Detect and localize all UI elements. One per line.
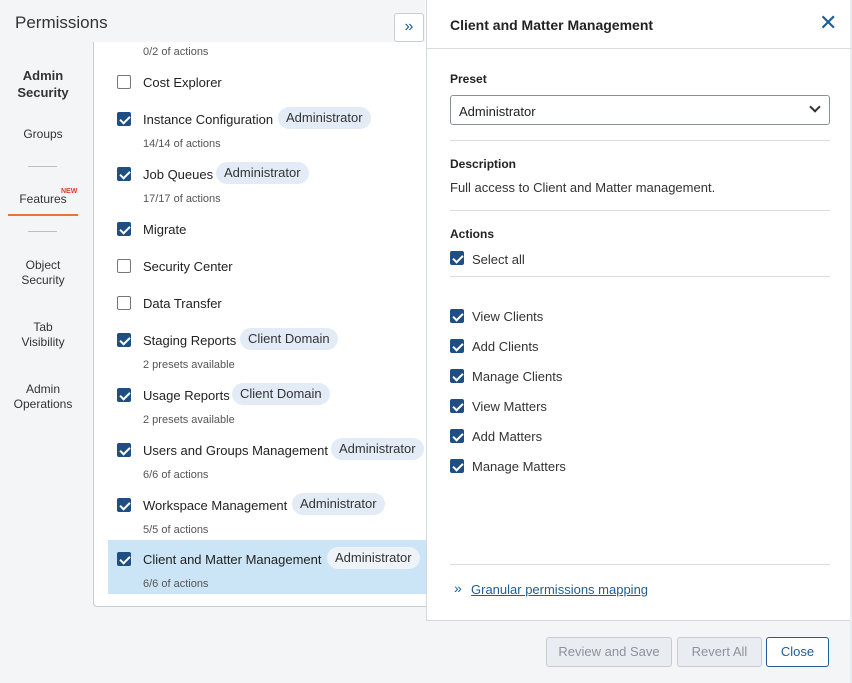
feature-label[interactable]: Staging Reports (143, 333, 236, 348)
preset-badge: Administrator (216, 162, 309, 184)
feature-sub: 2 presets available (143, 414, 235, 426)
preset-badge: Administrator (327, 547, 420, 569)
action-checkbox[interactable] (450, 339, 464, 353)
feature-checkbox[interactable] (117, 112, 131, 126)
double-chevron-right-icon: » (454, 580, 462, 596)
divider (450, 140, 830, 141)
actions-label: Actions (450, 227, 495, 241)
divider (450, 564, 830, 565)
dialog-header: Permissions (0, 0, 425, 42)
feature-sub: 14/14 of actions (143, 138, 221, 150)
active-tab-underline (8, 214, 78, 216)
review-and-save-button[interactable]: Review and Save (546, 637, 672, 667)
feature-label[interactable]: Workspace Management (143, 498, 287, 513)
preset-select-value: Administrator (459, 104, 536, 119)
feature-checkbox[interactable] (117, 296, 131, 310)
preset-badge: Client Domain (232, 383, 330, 405)
action-checkbox[interactable] (450, 309, 464, 323)
nav-object-security[interactable]: Object Security (0, 258, 86, 288)
detail-panel: Client and Matter Management ✕ Preset Ad… (426, 0, 851, 621)
divider (450, 210, 830, 211)
nav-divider (28, 231, 57, 232)
feature-label[interactable]: Security Center (143, 259, 233, 274)
feature-sub: 6/6 of actions (143, 578, 209, 590)
feature-sub: 0/2 of actions (143, 46, 209, 58)
nav-groups[interactable]: Groups (0, 127, 86, 142)
divider (450, 276, 830, 277)
feature-sub: 6/6 of actions (143, 469, 209, 481)
feature-label[interactable]: Cost Explorer (143, 75, 222, 90)
feature-checkbox[interactable] (117, 259, 131, 273)
action-checkbox[interactable] (450, 369, 464, 383)
action-checkbox[interactable] (450, 429, 464, 443)
action-label[interactable]: Add Matters (472, 429, 542, 444)
permissions-dialog: Permissions Admin Security Groups Featur… (0, 0, 851, 683)
preset-badge: Administrator (331, 438, 424, 460)
action-label[interactable]: Manage Clients (472, 369, 562, 384)
description-text: Full access to Client and Matter managem… (450, 180, 716, 195)
panel-title: Client and Matter Management (450, 17, 654, 33)
close-button[interactable]: Close (766, 637, 829, 667)
feature-sub: 5/5 of actions (143, 524, 209, 536)
action-label[interactable]: View Clients (472, 309, 543, 324)
feature-label[interactable]: Instance Configuration (143, 112, 273, 127)
preset-badge: Administrator (278, 107, 371, 129)
feature-checkbox[interactable] (117, 167, 131, 181)
action-label[interactable]: View Matters (472, 399, 547, 414)
select-all-checkbox[interactable] (450, 251, 464, 265)
feature-checkbox[interactable] (117, 222, 131, 236)
nav-admin-operations[interactable]: Admin Operations (0, 382, 86, 412)
select-all-label[interactable]: Select all (472, 252, 525, 267)
preset-label: Preset (450, 72, 487, 86)
close-icon[interactable]: ✕ (819, 12, 837, 34)
feature-checkbox[interactable] (117, 443, 131, 457)
dialog-footer: Review and Save Revert All Close (426, 621, 850, 683)
action-label[interactable]: Add Clients (472, 339, 538, 354)
nav-divider (28, 166, 57, 167)
feature-label[interactable]: Usage Reports (143, 388, 230, 403)
double-chevron-right-icon: » (404, 18, 414, 35)
feature-checkbox[interactable] (117, 388, 131, 402)
nav-tab-visibility[interactable]: Tab Visibility (0, 320, 86, 350)
feature-checkbox[interactable] (117, 75, 131, 89)
feature-checkbox[interactable] (117, 552, 131, 566)
preset-badge: Administrator (292, 493, 385, 515)
description-label: Description (450, 157, 517, 171)
feature-checkbox[interactable] (117, 333, 131, 347)
divider (427, 48, 851, 49)
feature-label[interactable]: Users and Groups Management (143, 443, 328, 458)
action-checkbox[interactable] (450, 399, 464, 413)
dialog-title: Permissions (15, 13, 108, 32)
feature-label[interactable]: Migrate (143, 222, 186, 237)
feature-label[interactable]: Data Transfer (143, 296, 222, 311)
collapse-panel-button[interactable]: » (394, 13, 424, 42)
nav-features-label: Features (19, 192, 67, 206)
preset-badge: Client Domain (240, 328, 338, 350)
feature-label[interactable]: Job Queues (143, 167, 213, 182)
revert-all-button[interactable]: Revert All (677, 637, 762, 667)
new-badge: NEW (61, 188, 78, 195)
feature-sub: 17/17 of actions (143, 193, 221, 205)
chevron-down-icon (809, 101, 821, 113)
feature-sub: 2 presets available (143, 359, 235, 371)
left-nav: Admin Security Groups Features NEW Objec… (0, 42, 86, 683)
granular-permissions-link[interactable]: Granular permissions mapping (471, 582, 648, 597)
action-checkbox[interactable] (450, 459, 464, 473)
nav-admin-security[interactable]: Admin Security (0, 67, 86, 101)
feature-label[interactable]: Client and Matter Management (143, 552, 321, 567)
action-label[interactable]: Manage Matters (472, 459, 566, 474)
preset-select[interactable]: Administrator (450, 95, 830, 125)
feature-checkbox[interactable] (117, 498, 131, 512)
